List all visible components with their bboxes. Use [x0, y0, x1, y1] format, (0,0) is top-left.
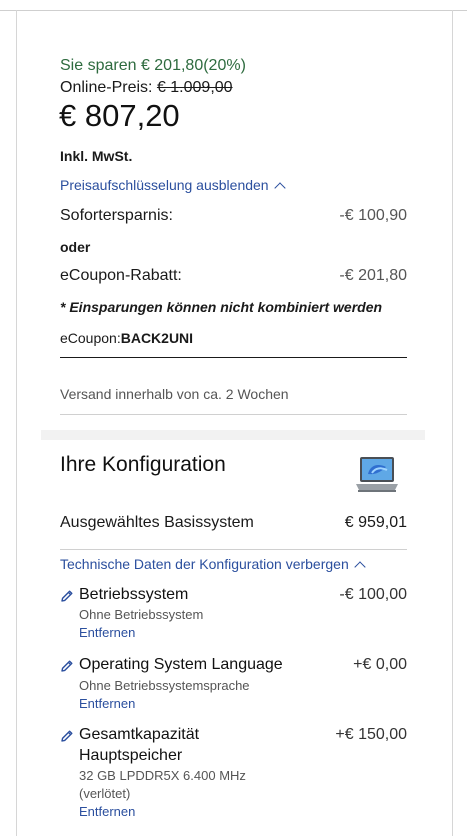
option-price: +€ 0,00: [353, 656, 407, 673]
option-title: Gesamtkapazität: [79, 726, 200, 743]
chevron-up-icon: [273, 182, 286, 194]
configuration-title: Ihre Konfiguration: [60, 453, 226, 476]
combine-note: * Einsparungen können nicht kombiniert w…: [60, 299, 383, 315]
online-price-old: € 1.009,00: [156, 79, 233, 96]
ecoupon-discount-label: eCoupon-Rabatt:: [60, 267, 182, 284]
ecoupon-discount-value: -€ 201,80: [339, 267, 407, 284]
base-system-price: € 959,01: [344, 514, 407, 531]
divider: [60, 549, 407, 550]
current-price: € 807,20: [59, 98, 180, 133]
section-separator: [41, 430, 425, 440]
option-price: +€ 150,00: [335, 726, 407, 743]
pencil-icon[interactable]: [60, 659, 74, 673]
divider: [60, 357, 407, 358]
price-breakdown-toggle[interactable]: Preisaufschlüsselung ausblenden: [60, 177, 286, 195]
or-label: oder: [60, 239, 91, 255]
instant-savings-label: Sofortersparnis:: [60, 207, 173, 224]
divider: [60, 414, 407, 415]
laptop-icon: [356, 457, 398, 492]
option-subtitle: 32 GB LPDDR5X 6.400 MHz: [79, 768, 246, 783]
remove-link[interactable]: Entfernen: [79, 804, 135, 819]
specs-toggle[interactable]: Technische Daten der Konfiguration verbe…: [60, 556, 366, 574]
option-subtitle: Ohne Betriebssystem: [79, 607, 204, 622]
ecoupon-code-value: BACK2UNI: [120, 330, 194, 346]
instant-savings-value: -€ 100,90: [339, 207, 407, 224]
option-title: Betriebssystem: [79, 586, 189, 603]
option-subtitle-line2: (verlötet): [79, 786, 131, 801]
chevron-up-icon: [354, 561, 366, 573]
option-title: Operating System Language: [79, 656, 283, 673]
option-price: -€ 100,00: [339, 586, 407, 603]
online-price: Online-Preis: € 1.009,00: [60, 79, 233, 97]
option-title-line2: Hauptspeicher: [79, 747, 183, 764]
ecoupon-code: eCoupon:BACK2UNI: [60, 330, 193, 346]
remove-link[interactable]: Entfernen: [79, 625, 135, 640]
shipping-text: Versand innerhalb von ca. 2 Wochen: [60, 386, 289, 402]
vat-label: Inkl. MwSt.: [60, 148, 133, 164]
base-system-label: Ausgewähltes Basissystem: [60, 514, 254, 531]
option-subtitle: Ohne Betriebssystemsprache: [79, 678, 250, 693]
savings-text: Sie sparen € 201,80(20%): [60, 57, 246, 74]
price-breakdown-toggle-label: Preisaufschlüsselung ausblenden: [60, 177, 269, 193]
pencil-icon[interactable]: [60, 589, 74, 603]
specs-toggle-label: Technische Daten der Konfiguration verbe…: [60, 556, 349, 572]
online-price-label: Online-Preis:: [60, 79, 153, 96]
ecoupon-prefix: eCoupon:: [60, 330, 121, 346]
pencil-icon[interactable]: [60, 729, 74, 743]
remove-link[interactable]: Entfernen: [79, 696, 135, 711]
